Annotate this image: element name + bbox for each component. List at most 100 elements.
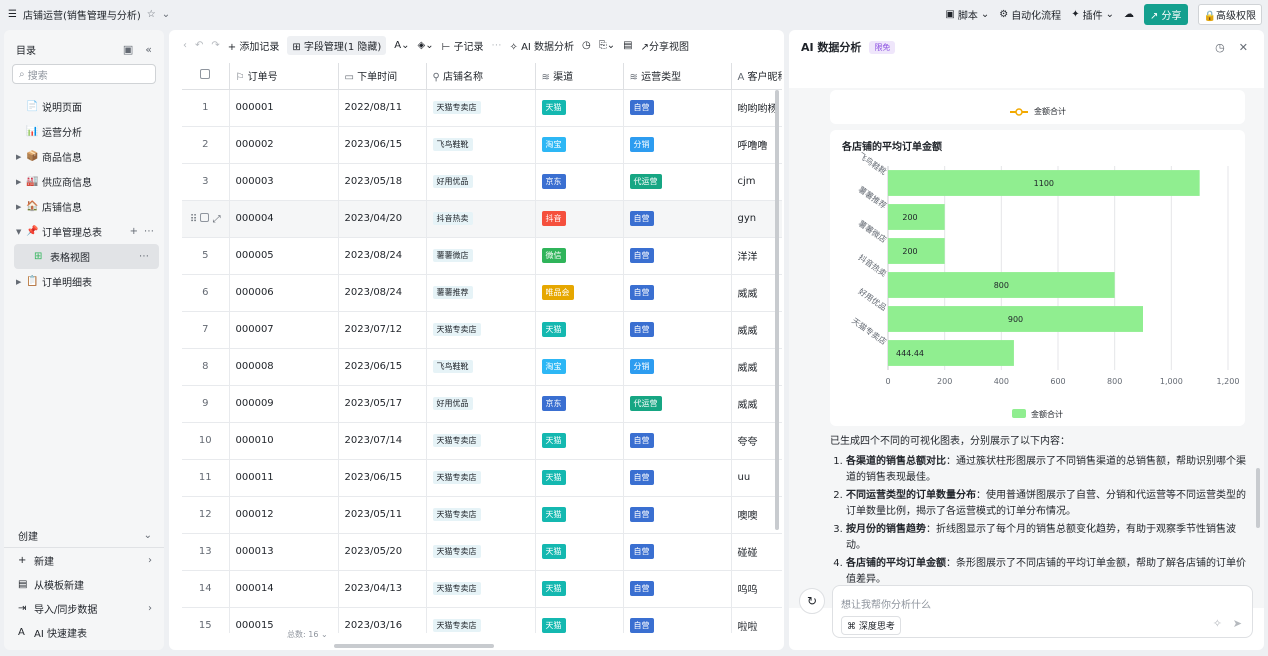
channel-cell[interactable]: 天猫 (535, 311, 624, 349)
order-date-cell[interactable]: 2023/03/16 (338, 607, 427, 633)
collapse-icon[interactable]: « (145, 43, 152, 56)
channel-cell[interactable]: 天猫 (535, 533, 624, 571)
history-icon[interactable]: ◷ (1215, 41, 1225, 54)
order-date-cell[interactable]: 2023/04/20 (338, 200, 427, 238)
ai-scrollbar[interactable] (1256, 468, 1260, 528)
star-icon[interactable]: ☆ (147, 9, 156, 20)
sidebar-toggle-icon[interactable]: ▣ (123, 43, 133, 56)
store-cell[interactable]: 好用优品 (426, 385, 536, 423)
store-cell[interactable]: 薯薯微店 (426, 237, 536, 275)
op-type-cell[interactable]: 分销 (623, 126, 732, 164)
select-all-checkbox[interactable] (200, 69, 211, 80)
expand-arrow-icon[interactable]: ▶ (16, 278, 26, 286)
expand-arrow-icon[interactable]: ▶ (16, 178, 26, 186)
sub-record-button[interactable]: ⊢ 子记录 (442, 38, 484, 53)
op-type-cell[interactable]: 自营 (623, 89, 732, 127)
sidebar-item[interactable]: 📊 运营分析 (4, 119, 164, 144)
store-cell[interactable]: 好用优品 (426, 163, 536, 201)
column-header[interactable]: ≋ 运营类型 (623, 63, 732, 90)
create-option[interactable]: + 新建 › (4, 548, 164, 572)
row-checkbox[interactable] (200, 212, 210, 222)
order-id-cell[interactable]: 000014 (229, 570, 339, 608)
order-id-cell[interactable]: 000002 (229, 126, 339, 164)
table-row[interactable]: 14 000014 2023/04/13 天猫专卖店 天猫 自营 呜呜 (182, 570, 782, 608)
store-cell[interactable]: 飞鸟鞋靴 (426, 126, 536, 164)
sidebar-item[interactable]: ▼ 📌 订单管理总表 + ⋯ (4, 219, 164, 244)
store-cell[interactable]: 薯薯推荐 (426, 274, 536, 312)
op-type-cell[interactable]: 自营 (623, 570, 732, 608)
column-header[interactable]: ≋ 渠道 (535, 63, 624, 90)
order-date-cell[interactable]: 2023/04/13 (338, 570, 427, 608)
table-row[interactable]: 5 000005 2023/08/24 薯薯微店 微信 自营 洋洋 (182, 237, 782, 275)
text-color-icon[interactable]: A⌄ (394, 40, 409, 51)
order-date-cell[interactable]: 2023/06/15 (338, 348, 427, 386)
order-date-cell[interactable]: 2023/05/17 (338, 385, 427, 423)
plugins-button[interactable]: ✦ 插件 ⌄ (1071, 7, 1114, 22)
cloud-sync-icon[interactable]: ☁ (1124, 9, 1134, 20)
order-date-cell[interactable]: 2022/08/11 (338, 89, 427, 127)
channel-cell[interactable]: 淘宝 (535, 348, 624, 386)
order-id-cell[interactable]: 000007 (229, 311, 339, 349)
op-type-cell[interactable]: 自营 (623, 237, 732, 275)
store-cell[interactable]: 抖音热卖 (426, 200, 536, 238)
automation-button[interactable]: ⚙ 自动化流程 (999, 7, 1061, 22)
search-input[interactable]: ⌕ 搜索 (12, 64, 156, 84)
table-row[interactable]: 3 000003 2023/05/18 好用优品 京东 代运营 cjm (182, 163, 782, 201)
add-record-button[interactable]: + 添加记录 (228, 38, 280, 53)
order-date-cell[interactable]: 2023/05/18 (338, 163, 427, 201)
fill-color-icon[interactable]: ◈⌄ (418, 40, 434, 51)
create-option[interactable]: A AI 快速建表 (4, 620, 164, 644)
column-header[interactable]: ⚐ 订单号 (229, 63, 339, 90)
field-manage-button[interactable]: ⊞ 字段管理(1 隐藏) (287, 35, 387, 55)
export-icon[interactable]: ⎘⌄ (599, 40, 615, 51)
channel-cell[interactable]: 天猫 (535, 570, 624, 608)
column-header[interactable]: ⚲ 店铺名称 (426, 63, 536, 90)
expand-arrow-icon[interactable]: ▼ (16, 228, 26, 236)
channel-cell[interactable]: 淘宝 (535, 126, 624, 164)
order-date-cell[interactable]: 2023/06/15 (338, 126, 427, 164)
order-id-cell[interactable]: 000012 (229, 496, 339, 534)
op-type-cell[interactable]: 自营 (623, 607, 732, 633)
customer-cell[interactable]: 碰碰 (731, 533, 782, 571)
permissions-button[interactable]: 🔒高级权限 (1197, 4, 1262, 25)
order-id-cell[interactable]: 000009 (229, 385, 339, 423)
order-date-cell[interactable]: 2023/05/11 (338, 496, 427, 534)
back-icon[interactable]: ‹ (183, 40, 187, 51)
share-button[interactable]: ↗ 分享 (1143, 4, 1188, 25)
channel-cell[interactable]: 京东 (535, 163, 624, 201)
expand-arrow-icon[interactable]: ▶ (16, 153, 26, 161)
order-id-cell[interactable]: 000006 (229, 274, 339, 312)
op-type-cell[interactable]: 代运营 (623, 163, 732, 201)
history-icon[interactable]: ◷ (582, 40, 591, 51)
channel-cell[interactable]: 天猫 (535, 459, 624, 497)
sidebar-item[interactable]: ▶ 🏭 供应商信息 (4, 169, 164, 194)
store-cell[interactable]: 天猫专卖店 (426, 496, 536, 534)
channel-cell[interactable]: 天猫 (535, 422, 624, 460)
drag-handle-icon[interactable]: ⠿ (190, 214, 197, 225)
channel-cell[interactable]: 微信 (535, 237, 624, 275)
op-type-cell[interactable]: 自营 (623, 274, 732, 312)
order-id-cell[interactable]: 000010 (229, 422, 339, 460)
customer-cell[interactable]: 呜呜 (731, 570, 782, 608)
channel-cell[interactable]: 天猫 (535, 496, 624, 534)
table-row[interactable]: ⠿ ⤢ 000004 2023/04/20 抖音热卖 抖音 自营 gyn (182, 200, 782, 238)
create-option[interactable]: ⇥ 导入/同步数据 › (4, 596, 164, 620)
store-cell[interactable]: 天猫专卖店 (426, 459, 536, 497)
create-section-header[interactable]: 创建 ⌄ (4, 524, 164, 548)
op-type-cell[interactable]: 自营 (623, 459, 732, 497)
op-type-cell[interactable]: 自营 (623, 200, 732, 238)
channel-cell[interactable]: 抖音 (535, 200, 624, 238)
op-type-cell[interactable]: 自营 (623, 496, 732, 534)
sidebar-item[interactable]: ▶ 🏠 店铺信息 (4, 194, 164, 219)
channel-cell[interactable]: 唯品会 (535, 274, 624, 312)
store-cell[interactable]: 天猫专卖店 (426, 311, 536, 349)
table-row[interactable]: 8 000008 2023/06/15 飞鸟鞋靴 淘宝 分销 威威 (182, 348, 782, 386)
table-row[interactable]: 11 000011 2023/06/15 天猫专卖店 天猫 自营 uu (182, 459, 782, 497)
sidebar-item[interactable]: ▶ 📦 商品信息 (4, 144, 164, 169)
op-type-cell[interactable]: 代运营 (623, 385, 732, 423)
channel-cell[interactable]: 天猫 (535, 607, 624, 633)
expand-icon[interactable]: ⤢ (213, 214, 221, 225)
share-view-button[interactable]: ↗分享视图 (641, 38, 689, 53)
doc-title[interactable]: 店铺运营(销售管理与分析) (23, 7, 141, 22)
order-id-cell[interactable]: 000001 (229, 89, 339, 127)
